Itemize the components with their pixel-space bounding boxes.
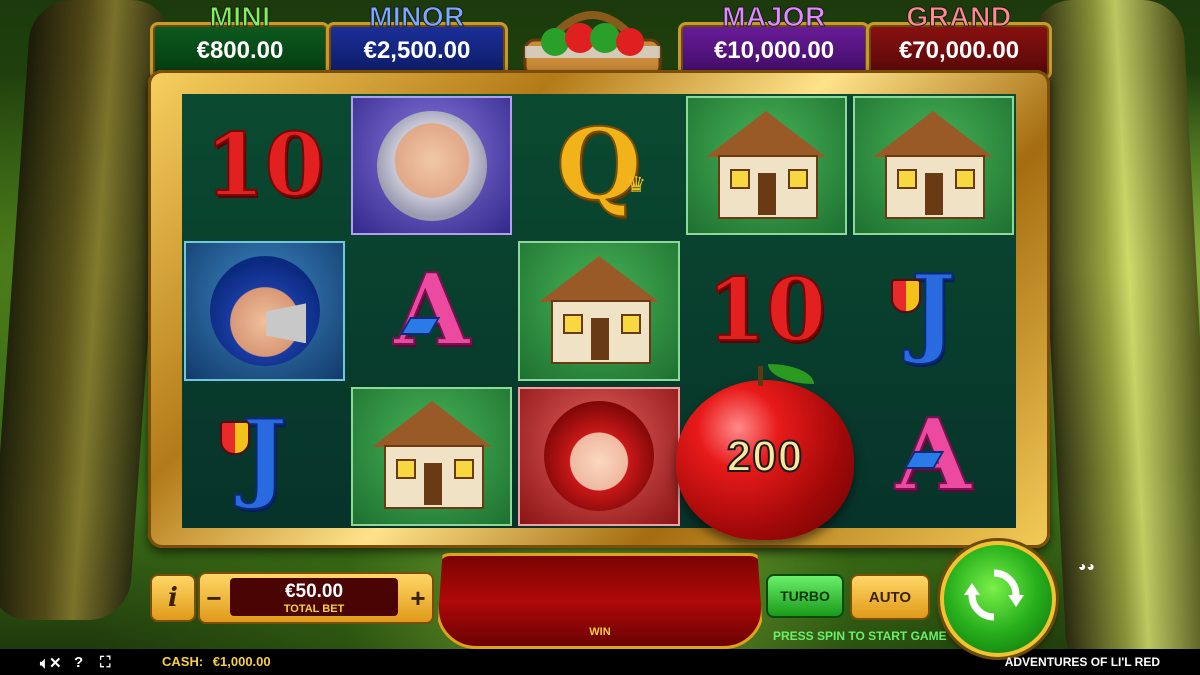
shield-icon: [890, 279, 921, 314]
status-bar: 🔈︎✕ ? ⛶ CASH: €1,000.00 ADVENTURES OF LI…: [0, 649, 1200, 675]
jackpot-minor-label: MINOR: [369, 1, 465, 33]
win-display: WIN: [436, 553, 764, 649]
auto-button[interactable]: AUTO: [850, 574, 930, 620]
cottage-symbol-icon: [706, 110, 827, 221]
symbol-ace: A: [393, 252, 471, 368]
granny-symbol-icon: [376, 110, 487, 221]
reel-cell-ace: A: [349, 239, 514, 382]
jackpot-mini-label: MINI: [209, 1, 271, 33]
reel-cell-cottage: [685, 96, 847, 236]
total-bet-amount: €50.00: [284, 581, 344, 602]
reel-cell-cottage: [852, 96, 1014, 236]
lil-red-symbol-icon: [543, 401, 654, 512]
reel-cell-queen: Q ♛: [516, 94, 681, 237]
reel-cell-jack: J: [851, 239, 1016, 382]
info-button[interactable]: i: [150, 574, 196, 622]
reel-grid: 10 Q ♛ A 10 J J: [182, 94, 1016, 528]
reel-cell-lil-red: [518, 386, 680, 526]
apple-bonus-value: 200: [726, 431, 804, 482]
bet-selector: − €50.00 TOTAL BET +: [198, 572, 434, 624]
jackpot-major-value: €10,000.00: [713, 37, 835, 64]
forest-eyes-decoration: ◕◕: [1078, 558, 1095, 574]
spin-icon: [964, 569, 1024, 621]
increase-bet-button[interactable]: +: [407, 580, 429, 616]
cottage-symbol-icon: [538, 255, 659, 366]
jackpot-minor-value: €2,500.00: [363, 37, 471, 64]
jackpot-major-label: MAJOR: [722, 1, 826, 33]
reel-cell-granny: [351, 96, 513, 236]
decrease-bet-button[interactable]: −: [203, 580, 225, 616]
reel-cell-cottage: [351, 386, 513, 526]
reel-cell-ten: 10: [182, 94, 347, 237]
symbol-queen: Q: [555, 107, 642, 223]
reel-cell-ten: 10: [684, 239, 849, 382]
cash-label: CASH:: [162, 654, 204, 669]
win-label: WIN: [589, 626, 611, 638]
reel-cell-cottage: [518, 241, 680, 381]
turbo-button[interactable]: TURBO: [766, 574, 844, 618]
help-icon[interactable]: ?: [74, 654, 83, 671]
symbol-jack: J: [910, 253, 957, 367]
cottage-symbol-icon: [873, 110, 994, 221]
jackpot-grand-value: €70,000.00: [898, 37, 1020, 64]
cash-display: CASH: €1,000.00: [162, 654, 271, 669]
fullscreen-icon[interactable]: ⛶: [100, 654, 111, 671]
jackpot-mini-value: €800.00: [196, 37, 284, 64]
apple-stem: [758, 366, 763, 386]
game-title: ADVENTURES OF LI'L RED: [1004, 655, 1160, 669]
cash-value: €1,000.00: [212, 654, 271, 669]
crown-icon: ♛: [626, 172, 647, 197]
total-bet-label: TOTAL BET: [283, 603, 345, 615]
symbol-ten: 10: [204, 114, 326, 216]
jackpot-grand-label: GRAND: [906, 1, 1012, 33]
apple-basket-logo: [523, 11, 662, 78]
reel-cell-woodsman: [184, 241, 346, 381]
shield-icon: [220, 420, 250, 455]
cottage-symbol-icon: [371, 401, 492, 511]
press-spin-message: PRESS SPIN TO START GAME: [773, 629, 947, 643]
reel-cell-ace: A: [851, 385, 1016, 528]
spin-button[interactable]: [940, 541, 1056, 657]
apple-bonus-symbol: 200: [676, 364, 854, 540]
info-icon: i: [168, 583, 178, 613]
symbol-ten: 10: [705, 259, 827, 361]
mute-icon[interactable]: 🔈︎✕: [40, 654, 62, 672]
reel-cell-jack: J: [182, 385, 347, 528]
bet-display: €50.00 TOTAL BET: [230, 578, 398, 616]
